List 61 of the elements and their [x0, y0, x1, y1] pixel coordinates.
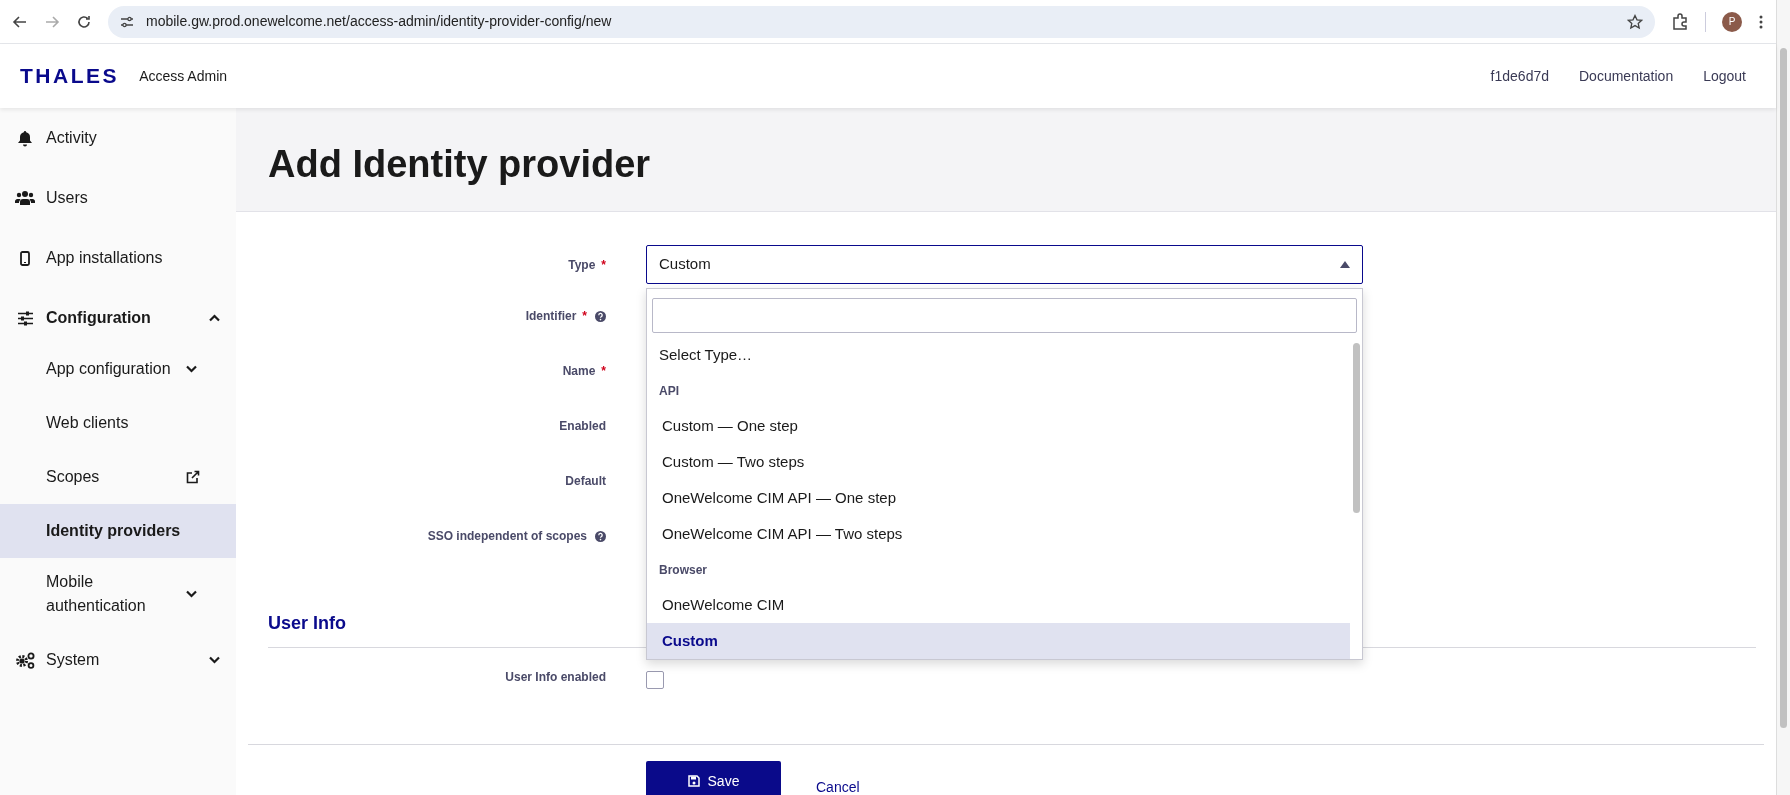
dropdown-option[interactable]: Select Type… [647, 337, 1350, 373]
dropdown-option[interactable]: OneWelcome CIM API — Two steps [647, 516, 1350, 552]
reload-icon[interactable] [76, 13, 92, 30]
header-link[interactable]: Logout [1703, 65, 1746, 87]
phone-icon [20, 250, 30, 266]
gears-icon [15, 651, 35, 669]
url-text: mobile.gw.prod.onewelcome.net/access-admin/identity-provider-config/new [146, 12, 613, 31]
sidebar-item[interactable]: Mobile authentication [0, 558, 236, 630]
dropdown-option[interactable]: OneWelcome CIM API — One step [647, 480, 1350, 516]
field-label: Default [565, 473, 606, 490]
external-link-icon [186, 470, 200, 484]
sidebar-item[interactable]: Web clients [0, 396, 236, 450]
extensions-icon[interactable] [1671, 12, 1689, 31]
checkbox[interactable] [646, 671, 664, 689]
type-select[interactable]: Custom [646, 245, 1363, 284]
sidebar-item[interactable]: System [0, 630, 236, 690]
chevron-up-icon[interactable] [209, 314, 220, 322]
help-icon[interactable] [595, 310, 606, 322]
users-icon [15, 190, 35, 206]
required-asterisk: * [601, 363, 606, 380]
logo[interactable]: THALES [20, 60, 120, 92]
field-label: SSO independent of scopes [427, 528, 587, 545]
sidebar-item[interactable]: Identity providers [0, 504, 236, 558]
field-label: Identifier [525, 308, 577, 325]
caret-up-icon [1340, 261, 1350, 268]
sidebar-item[interactable]: Users [0, 168, 236, 228]
field-label: Name [562, 363, 596, 380]
dropdown-search-field[interactable] [652, 298, 1357, 333]
page-scrollbar[interactable] [1776, 0, 1790, 795]
dropdown-option[interactable]: Custom — One step [647, 408, 1350, 444]
chevron-down-icon[interactable] [186, 365, 197, 373]
address-bar[interactable]: mobile.gw.prod.onewelcome.net/access-admin/identity-provider-config/new [108, 5, 1655, 38]
page-title: Add Identity provider [268, 142, 651, 187]
dropdown-option[interactable]: Custom — Two steps [647, 444, 1350, 480]
required-asterisk: * [582, 308, 587, 325]
back-icon[interactable] [12, 13, 28, 30]
chevron-down-icon[interactable] [186, 590, 197, 598]
bell-icon [17, 129, 33, 147]
sliders-icon [16, 310, 34, 326]
field-label: User Info enabled [505, 669, 606, 686]
header-link[interactable]: Documentation [1579, 65, 1674, 87]
required-asterisk: * [601, 256, 606, 274]
dropdown-option[interactable]: OneWelcome CIM [647, 587, 1350, 623]
app-name: Access Admin [139, 66, 228, 86]
sidebar-item[interactable]: Scopes [0, 450, 236, 504]
cancel-link[interactable]: Cancel [816, 761, 860, 795]
field-label: Type [568, 256, 596, 274]
sidebar-item[interactable]: Activity [0, 108, 236, 168]
chevron-down-icon[interactable] [209, 656, 220, 664]
profile-avatar[interactable]: P [1722, 11, 1742, 32]
menu-icon[interactable] [1758, 13, 1764, 30]
save-button[interactable]: Save [646, 761, 781, 795]
site-settings-icon[interactable] [120, 14, 134, 29]
sidebar-item[interactable]: App installations [0, 228, 236, 288]
bookmark-star-icon[interactable] [1627, 13, 1643, 30]
help-icon[interactable] [595, 530, 606, 542]
header-link[interactable]: f1de6d7d [1490, 65, 1549, 87]
field-label: Enabled [559, 418, 606, 435]
dropdown-option[interactable]: Custom [647, 623, 1350, 659]
option-group-label: Browser [658, 561, 709, 579]
option-group-label: API [658, 382, 680, 400]
